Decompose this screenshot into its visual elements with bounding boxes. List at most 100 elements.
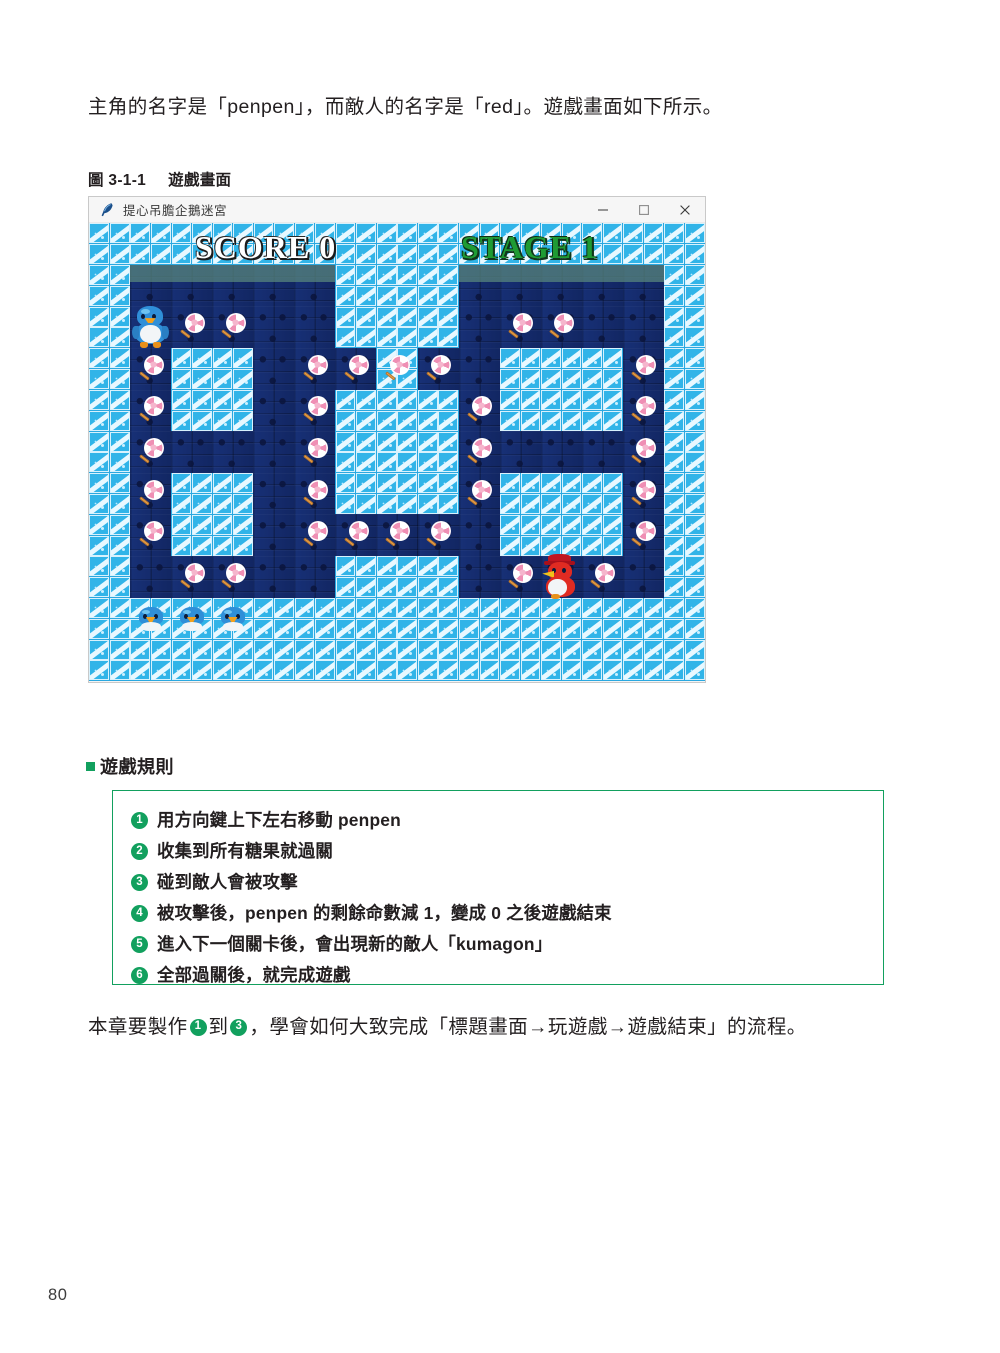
ice-wall-tile	[212, 597, 254, 640]
floor-tile	[294, 472, 336, 515]
rules-heading-label: 遊戲規則	[100, 757, 174, 777]
ice-wall-tile	[417, 306, 459, 348]
floor-tile	[294, 514, 336, 556]
rule-text: 收集到所有糖果就過關	[157, 840, 333, 861]
ice-wall-tile	[89, 514, 131, 556]
ice-wall-tile	[376, 264, 418, 307]
ice-wall-tile	[212, 347, 254, 390]
rule-item: 5 進入下一個關卡後，會出現新的敵人「kumagon」	[131, 931, 883, 957]
game-window: 提心吊膽企鵝迷宮 SCORE 0 STAGE 1	[88, 196, 706, 683]
rule-number-badge: 3	[131, 873, 148, 891]
floor-tile	[294, 347, 336, 390]
floor-tile	[253, 514, 295, 556]
ice-wall-tile	[376, 347, 418, 390]
ice-wall-tile	[458, 639, 500, 681]
ice-wall-tile	[663, 431, 705, 473]
floor-tile	[622, 431, 664, 473]
rules-box: 1 用方向鍵上下左右移動 penpen 2 收集到所有糖果就過關 3 碰到敵人會被攻擊 4 被…	[112, 790, 884, 985]
window-controls	[582, 197, 705, 223]
inline-badge-2: 3	[230, 1018, 248, 1036]
ice-wall-tile	[622, 223, 664, 265]
floor-tile	[581, 306, 623, 348]
rule-item: 4 被攻擊後，penpen 的剩餘命數減 1，變成 0 之後遊戲結束	[131, 900, 883, 926]
floor-tile	[581, 556, 623, 598]
ice-wall-tile	[540, 597, 582, 640]
ice-wall-tile	[663, 389, 705, 432]
rule-item: 6 全部過關後，就完成遊戲	[131, 962, 883, 988]
ice-wall-tile	[622, 639, 664, 681]
rule-number-badge: 1	[131, 812, 148, 829]
ice-wall-tile	[417, 223, 459, 265]
floor-tile	[458, 306, 500, 348]
page-number: 80	[48, 1286, 68, 1304]
ice-wall-tile	[499, 597, 541, 640]
floor-tile	[540, 264, 582, 307]
closing-paragraph: 本章要製作 1 到 3 ，學會如何大致完成「標題畫面→玩遊戲→遊戲結束」的流程。	[88, 1012, 928, 1042]
ice-wall-tile	[212, 389, 254, 432]
floor-tile	[540, 306, 582, 348]
ice-wall-tile	[89, 223, 131, 265]
floor-tile	[130, 389, 172, 432]
ice-wall-tile	[89, 264, 131, 307]
maximize-icon[interactable]	[623, 197, 664, 223]
floor-tile	[130, 347, 172, 390]
ice-wall-tile	[540, 389, 582, 432]
floor-tile	[581, 264, 623, 307]
floor-tile	[417, 347, 459, 390]
floor-tile	[499, 431, 541, 473]
rule-text: 進入下一個關卡後，會出現新的敵人「kumagon」	[157, 933, 553, 954]
floor-tile	[540, 431, 582, 473]
floor-tile	[294, 556, 336, 598]
ice-wall-tile	[417, 431, 459, 473]
floor-tile	[499, 556, 541, 598]
ice-wall-tile	[581, 514, 623, 556]
rule-item: 3 碰到敵人會被攻擊	[131, 869, 883, 895]
floor-tile	[294, 264, 336, 307]
ice-wall-tile	[253, 639, 295, 681]
floor-tile	[622, 556, 664, 598]
floor-tile	[335, 347, 377, 390]
ice-wall-tile	[253, 597, 295, 640]
ice-wall-tile	[581, 472, 623, 515]
ice-wall-tile	[171, 597, 213, 640]
floor-tile	[458, 264, 500, 307]
ice-wall-tile	[540, 639, 582, 681]
ice-wall-tile	[499, 514, 541, 556]
rule-item: 2 收集到所有糖果就過關	[131, 838, 883, 864]
rule-text: 全部過關後，就完成遊戲	[157, 964, 351, 985]
ice-wall-tile	[376, 306, 418, 348]
ice-wall-tile	[171, 639, 213, 681]
close-icon[interactable]	[664, 197, 705, 223]
ice-wall-tile	[212, 472, 254, 515]
ice-wall-tile	[335, 389, 377, 432]
floor-tile	[171, 306, 213, 348]
floor-tile	[581, 431, 623, 473]
floor-tile	[253, 472, 295, 515]
game-canvas[interactable]: SCORE 0 STAGE 1	[89, 223, 705, 681]
closing-mid: 到	[208, 1016, 229, 1038]
ice-wall-tile	[335, 431, 377, 473]
floor-tile	[130, 472, 172, 515]
ice-wall-tile	[376, 597, 418, 640]
ice-wall-tile	[335, 306, 377, 348]
rule-number-badge: 6	[131, 966, 148, 984]
ice-wall-tile	[89, 472, 131, 515]
ice-wall-tile	[89, 306, 131, 348]
minimize-icon[interactable]	[582, 197, 623, 223]
ice-wall-tile	[376, 223, 418, 265]
ice-wall-tile	[212, 514, 254, 556]
ice-wall-tile	[130, 639, 172, 681]
rule-number-badge: 4	[131, 904, 148, 922]
ice-wall-tile	[499, 347, 541, 390]
floor-tile	[458, 514, 500, 556]
bullet-square-icon	[86, 761, 95, 771]
rule-number-badge: 2	[131, 842, 148, 860]
ice-wall-tile	[540, 347, 582, 390]
floor-tile	[458, 389, 500, 432]
ice-wall-tile	[663, 306, 705, 348]
rule-item: 1 用方向鍵上下左右移動 penpen	[131, 807, 883, 833]
window-titlebar: 提心吊膽企鵝迷宮	[89, 197, 705, 223]
floor-tile	[130, 556, 172, 598]
rule-text: 被攻擊後，penpen 的剩餘命數減 1，變成 0 之後遊戲結束	[157, 902, 612, 923]
ice-wall-tile	[335, 472, 377, 515]
